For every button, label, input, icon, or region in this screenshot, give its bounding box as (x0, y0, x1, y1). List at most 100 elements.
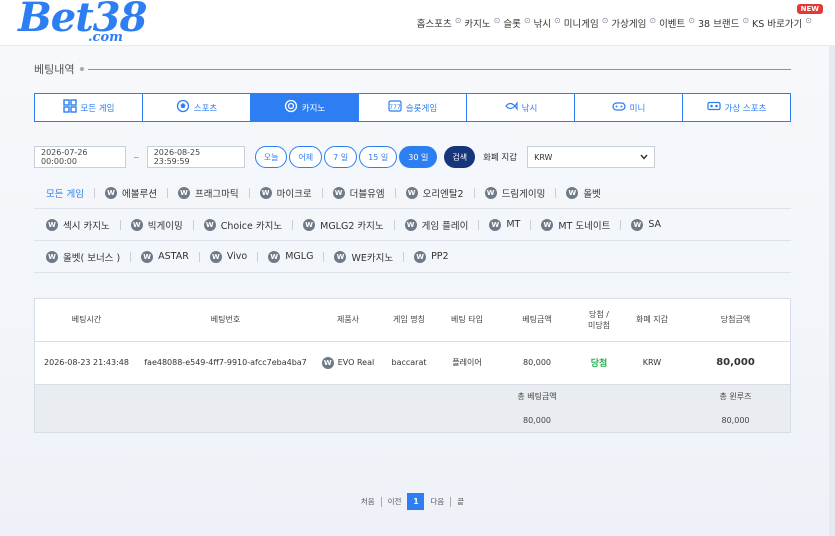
provider-filter[interactable]: W 드림게이밍 (475, 186, 556, 200)
topnav-item[interactable]: 홈스포츠 (417, 16, 452, 30)
provider-filter[interactable]: W PP2 (404, 250, 459, 263)
col-game-name: 게임 명칭 (383, 299, 435, 342)
provider-logo-icon: W (405, 186, 418, 199)
provider-filter[interactable]: W MGLG2 카지노 (293, 218, 394, 232)
search-button[interactable]: 검색 (444, 146, 476, 168)
end-date-input[interactable]: 2026-08-25 23:59:59 (146, 146, 245, 168)
currency-select[interactable]: KRW (527, 146, 656, 168)
provider-filter-label: Choice 카지노 (220, 220, 283, 232)
provider-filter[interactable]: W ASTAR (131, 250, 199, 263)
provider-filter[interactable]: W MGLG (258, 250, 323, 263)
topnav-item[interactable]: 이벤트 (659, 16, 685, 30)
page-next[interactable]: 다음 (430, 496, 444, 507)
col-bet-time: 베팅시간 (35, 299, 138, 342)
cell-result: 당첨 (575, 341, 623, 385)
check-circle-icon: ⊙ (601, 16, 609, 25)
provider-filter[interactable]: W Choice 카지노 (194, 218, 292, 232)
provider-filter[interactable]: W 마이크로 (250, 186, 322, 200)
col-provider: 제품사 (313, 299, 383, 342)
provider-filter[interactable]: W MT 도네이트 (531, 218, 620, 232)
date-range-button[interactable]: 30 일 (399, 146, 438, 168)
date-range-button[interactable]: 7 일 (324, 146, 358, 168)
provider-filter[interactable]: W Vivo (200, 250, 257, 263)
provider-filter[interactable]: W 올벳 (556, 186, 610, 200)
provider-logo-icon: W (130, 218, 143, 231)
cell-win-amount: 80,000 (681, 341, 790, 385)
check-circle-icon: ⊙ (554, 16, 561, 25)
date-separator: ~ (133, 152, 140, 162)
slot-777-icon: 777 (388, 99, 402, 116)
category-tab[interactable]: 모든 게임 (35, 94, 143, 121)
provider-filter[interactable]: W 에볼루션 (95, 186, 167, 200)
page-current[interactable]: 1 (407, 493, 425, 510)
brand-logo[interactable]: Bet38 (18, 0, 147, 41)
category-tab-label: 미니 (629, 103, 646, 114)
provider-filter-label: 드림게이밍 (501, 188, 546, 200)
page-last[interactable]: 끝 (457, 496, 464, 507)
betting-history-panel: 베팅내역 모든 게임 스포츠 카지노 777 슬롯게임 낚시 미니 가상 스포츠 2026-0… (34, 56, 791, 536)
summary-total-win: 총 윈루즈 80,000 (681, 384, 790, 432)
provider-filter[interactable]: W 더블유엠 (323, 186, 395, 200)
provider-logo-icon: W (46, 218, 58, 231)
currency-label: 화폐 지갑 (483, 153, 518, 163)
provider-filter[interactable]: W 빅게이밍 (121, 218, 193, 232)
topnav-item[interactable]: 미니게임 (564, 16, 599, 30)
provider-logo-icon: W (203, 218, 216, 231)
provider-filter[interactable]: W 섹시 카지노 (34, 218, 120, 232)
page-first[interactable]: 처음 (361, 496, 375, 507)
provider-logo-icon: W (209, 250, 222, 263)
cell-bet-amount: 80,000 (499, 341, 575, 385)
topnav-item[interactable]: 카지노 (464, 16, 490, 30)
cell-bet-type: 플레이어 (435, 341, 499, 385)
provider-filter[interactable]: W 오리엔탈2 (396, 186, 474, 200)
category-tab-label: 가상 스포츠 (724, 103, 767, 114)
bet-history-table: 베팅시간 베팅번호 제품사 게임 명칭 베팅 타입 베팅금액 당첨 / 미당첨 … (34, 298, 791, 433)
topnav-item[interactable]: 낚시 (534, 16, 551, 30)
date-range-button[interactable]: 어제 (289, 146, 323, 168)
gamepad-icon (612, 99, 626, 116)
start-date-input[interactable]: 2026-07-26 00:00:00 (34, 146, 126, 168)
provider-filter-label: PP2 (431, 251, 449, 262)
col-wallet: 화폐 지갑 (623, 299, 681, 342)
category-tab[interactable]: 가상 스포츠 (683, 94, 790, 121)
provider-filter[interactable]: W 올벳( 보너스 ) (34, 250, 130, 264)
section-header: 베팅내역 (34, 56, 791, 82)
provider-filter[interactable]: 모든 게임 (34, 186, 94, 200)
provider-filter-label: 게임 플레이 (421, 220, 469, 232)
provider-filter[interactable]: W 프래그마틱 (168, 186, 249, 200)
check-circle-icon: ⊙ (454, 16, 462, 25)
category-tab-label: 슬롯게임 (405, 103, 438, 114)
page-divider (450, 496, 452, 507)
provider-filter-label: Vivo (226, 251, 248, 262)
provider-filter[interactable]: W MT (479, 218, 530, 231)
summary-row: 총 베팅금액 80,000 총 윈루즈 80,000 (35, 384, 790, 432)
date-range-button[interactable]: 15 일 (359, 146, 398, 168)
provider-filter-label: 빅게이밍 (147, 220, 183, 232)
provider-row-3: W 올벳( 보너스 ) W ASTAR W Vivo W MGLG W WE카지노 W PP2 (34, 241, 791, 273)
category-tab[interactable]: 777 슬롯게임 (359, 94, 467, 121)
provider-filter[interactable]: W SA (621, 218, 671, 231)
svg-text:777: 777 (389, 104, 401, 111)
date-range-button[interactable]: 오늘 (254, 146, 288, 168)
check-circle-icon: ⊙ (493, 16, 501, 25)
provider-logo-icon: W (541, 218, 554, 231)
site-header: Bet38 .com NEW 홈스포츠 ⊙ 카지노 ⊙ 슬롯 ⊙ 낚시 ⊙ 미니게임 ⊙ 가상게임 ⊙… (0, 0, 835, 46)
page-prev[interactable]: 이전 (388, 496, 402, 507)
topnav-item[interactable]: KS 바로가기 (752, 16, 802, 30)
table-row: 2026-08-23 21:43:48 fae48088-e549-4ff7-9… (35, 341, 790, 385)
provider-logo-icon: W (268, 250, 281, 263)
category-tab[interactable]: 스포츠 (143, 94, 251, 121)
topnav-item[interactable]: 슬롯 (503, 16, 520, 30)
category-tab[interactable]: 낚시 (467, 94, 575, 121)
provider-filter[interactable]: W 게임 플레이 (395, 218, 479, 232)
topnav-item[interactable]: 가상게임 (611, 16, 646, 30)
provider-filter-label: MT (506, 219, 521, 230)
page-scrollbar[interactable] (829, 46, 835, 536)
topnav-item[interactable]: 38 브랜드 (698, 16, 739, 30)
provider-filter-label: WE카지노 (351, 252, 394, 264)
category-tab-label: 스포츠 (193, 103, 218, 114)
provider-filter[interactable]: W WE카지노 (324, 250, 403, 264)
category-tab[interactable]: 미니 (575, 94, 683, 121)
check-circle-icon: ⊙ (649, 16, 657, 25)
category-tab[interactable]: 카지노 (251, 94, 359, 121)
